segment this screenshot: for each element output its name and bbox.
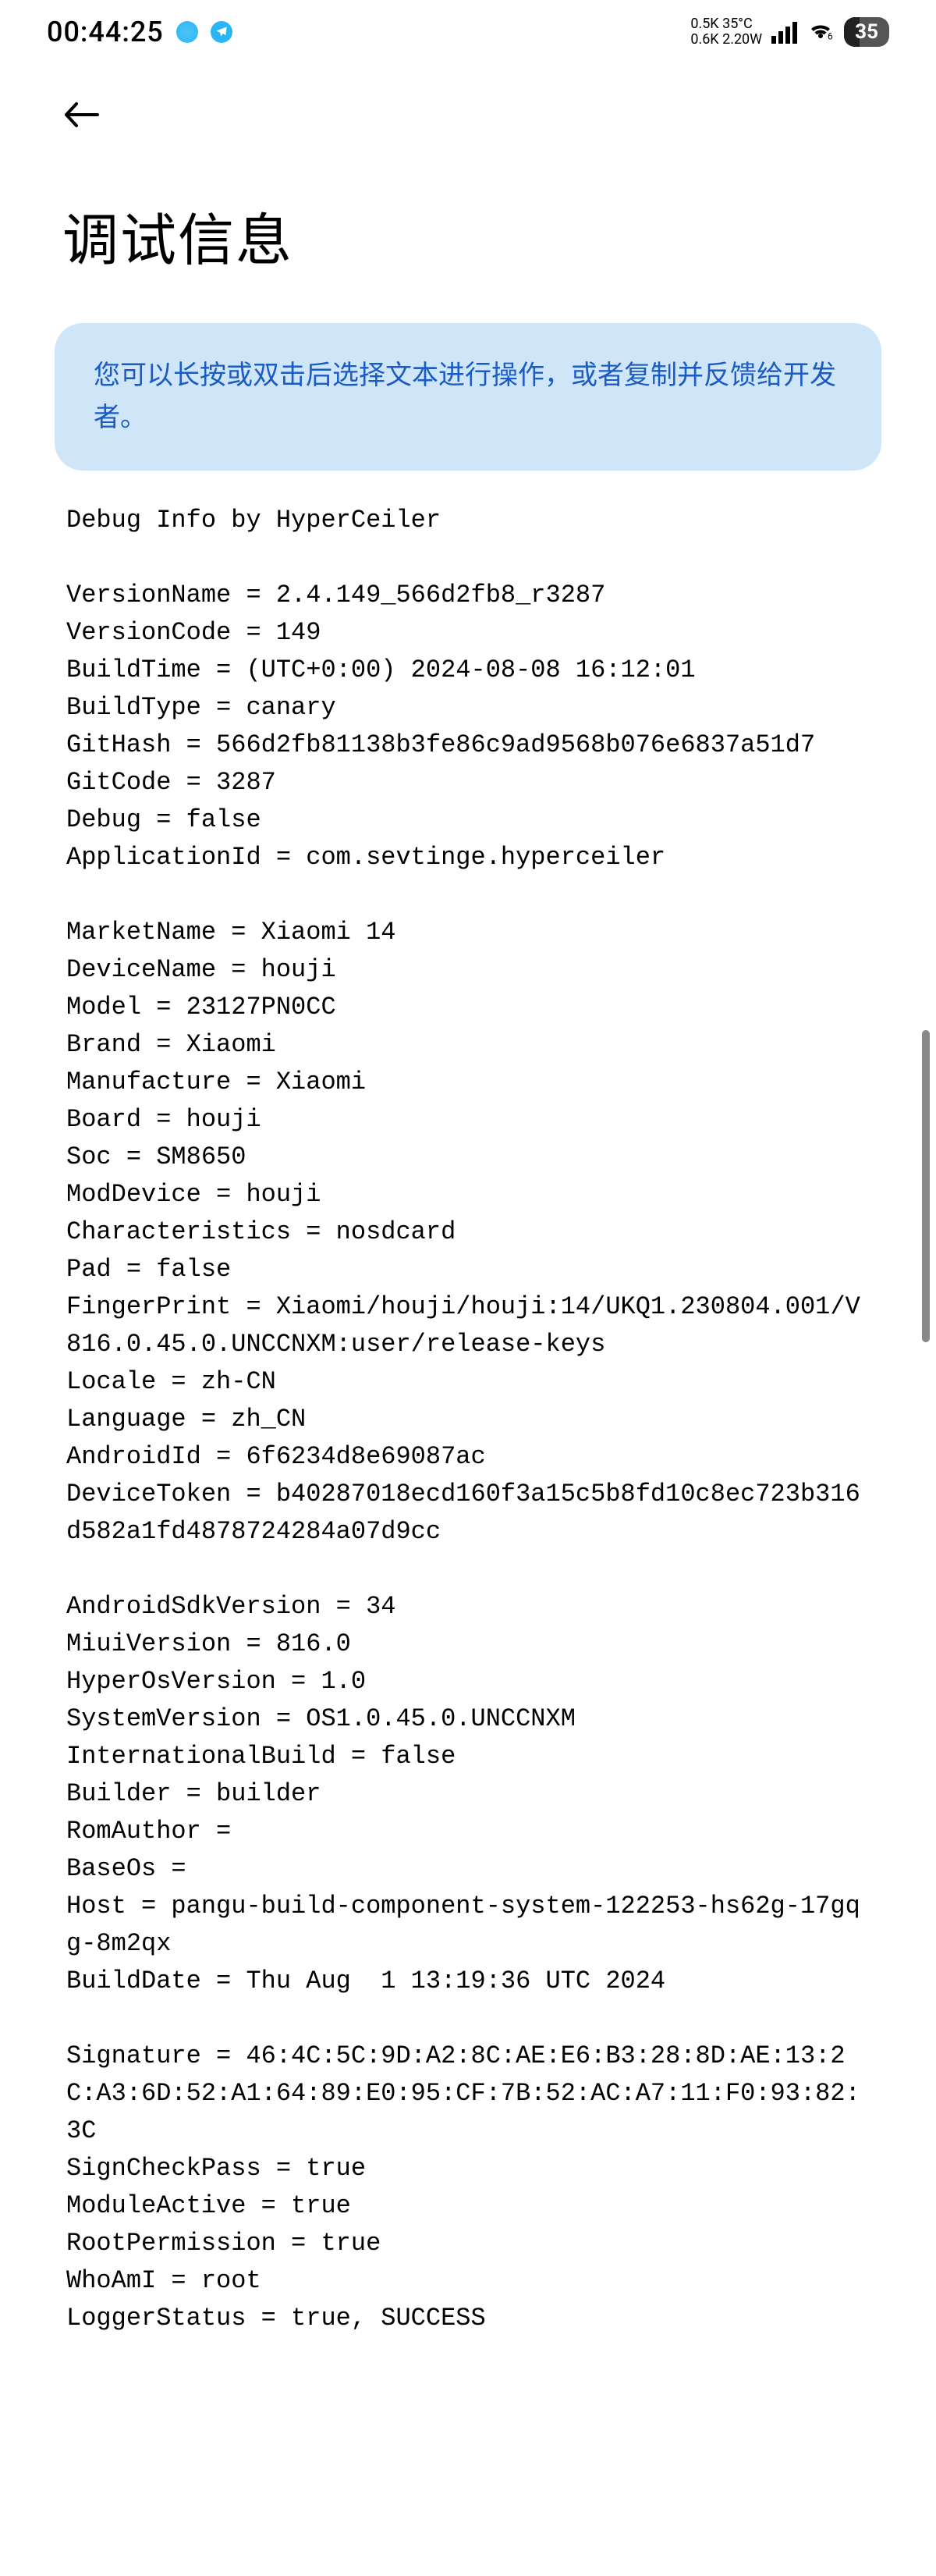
- app-icon-1: [176, 21, 198, 43]
- net-speed-2: 0.6K: [690, 31, 718, 48]
- status-time: 00:44:25: [47, 16, 164, 48]
- telegram-icon: [211, 21, 232, 43]
- info-banner: 您可以长按或双击后选择文本进行操作，或者复制并反馈给开发者。: [55, 323, 881, 471]
- power: 2.20W: [722, 31, 762, 48]
- battery-indicator: 35: [844, 17, 889, 47]
- page-header: 调试信息: [0, 56, 936, 323]
- back-button[interactable]: [62, 80, 101, 155]
- debug-info-text[interactable]: Debug Info by HyperCeiler VersionName = …: [0, 502, 936, 2384]
- status-bar: 00:44:25 0.5K 35°C 0.6K 2.20W 6 35: [0, 0, 936, 56]
- svg-text:6: 6: [828, 31, 833, 41]
- signal-icon: [771, 20, 797, 44]
- scrollbar[interactable]: [922, 1030, 930, 1342]
- network-speed: 0.5K 35°C 0.6K 2.20W: [690, 16, 762, 48]
- battery-level: 35: [855, 20, 878, 44]
- status-left: 00:44:25: [47, 16, 232, 48]
- info-banner-text: 您可以长按或双击后选择文本进行操作，或者复制并反馈给开发者。: [94, 360, 836, 433]
- page-title: 调试信息: [62, 194, 874, 276]
- net-speed-1: 0.5K: [690, 16, 718, 32]
- temp: 35°C: [722, 16, 753, 32]
- wifi-icon: 6: [807, 17, 835, 47]
- status-right: 0.5K 35°C 0.6K 2.20W 6 35: [690, 16, 889, 48]
